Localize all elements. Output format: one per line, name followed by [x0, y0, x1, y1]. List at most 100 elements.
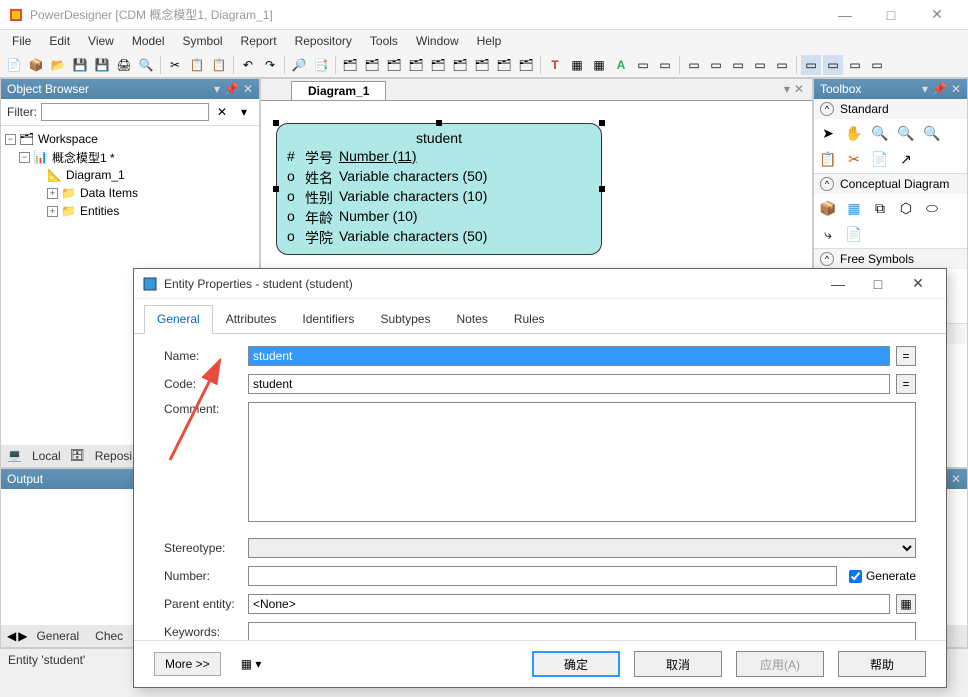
layer2-icon[interactable]: ▭	[655, 55, 675, 75]
tab-general[interactable]: General	[144, 305, 213, 334]
menu-repository[interactable]: Repository	[287, 32, 360, 50]
tab-attributes[interactable]: Attributes	[213, 305, 290, 333]
preview-icon[interactable]: 🔍	[136, 55, 156, 75]
tab-local[interactable]: Local	[25, 446, 68, 466]
tool-c-icon[interactable]: 🗂	[384, 55, 404, 75]
filter-options-icon[interactable]: ▾	[235, 103, 253, 121]
toolbox-group-conceptual[interactable]: ^Conceptual Diagram	[814, 174, 967, 194]
tree-workspace[interactable]: Workspace	[38, 132, 98, 146]
menu-view[interactable]: View	[80, 32, 122, 50]
tab-identifiers[interactable]: Identifiers	[289, 305, 367, 333]
tool-f-icon[interactable]: 🗂	[450, 55, 470, 75]
tool-e-icon[interactable]: 🗂	[428, 55, 448, 75]
layout-icon[interactable]: ▦	[567, 55, 587, 75]
tree-dataitems[interactable]: Data Items	[80, 186, 138, 200]
win2-icon[interactable]: ▭	[706, 55, 726, 75]
view2-icon[interactable]: ▭	[823, 55, 843, 75]
filter-clear-icon[interactable]: ✕	[213, 103, 231, 121]
resize-handle[interactable]	[599, 120, 605, 126]
canvas-close-icon[interactable]: ✕	[794, 82, 804, 96]
tree-entities[interactable]: Entities	[80, 204, 119, 218]
assoc-icon[interactable]: ⬭	[922, 198, 942, 218]
panel-pin-icon[interactable]: ▾	[214, 82, 220, 96]
generate-checkbox[interactable]	[849, 570, 862, 583]
tree-model[interactable]: 概念模型1 *	[52, 149, 115, 166]
panel-pin2-icon[interactable]: 📌	[932, 82, 947, 96]
name-equals-button[interactable]: =	[896, 346, 916, 366]
props-icon[interactable]: 📋	[818, 149, 838, 169]
file-icon[interactable]: 📄	[844, 224, 864, 244]
apply-button[interactable]: 应用(A)	[736, 651, 824, 677]
tab-repository[interactable]: Reposi	[88, 446, 139, 466]
print-icon[interactable]: 🖨	[114, 55, 134, 75]
dialog-close-button[interactable]: ✕	[898, 275, 938, 292]
tool-a-icon[interactable]: 🗂	[340, 55, 360, 75]
toolbox-group-standard[interactable]: ^Standard	[814, 99, 967, 119]
ok-button[interactable]: 确定	[532, 651, 620, 677]
menu-report[interactable]: Report	[233, 32, 285, 50]
tool-d-icon[interactable]: 🗂	[406, 55, 426, 75]
stereotype-select[interactable]	[248, 538, 916, 558]
relation-icon[interactable]: ⧉	[870, 198, 890, 218]
keywords-input[interactable]	[248, 622, 916, 640]
inherit-icon[interactable]: ⬡	[896, 198, 916, 218]
comment-textarea[interactable]	[248, 402, 916, 522]
tool-g-icon[interactable]: 🗂	[472, 55, 492, 75]
toolbox-group-free[interactable]: ^Free Symbols	[814, 249, 967, 269]
cancel-button[interactable]: 取消	[634, 651, 722, 677]
view1-icon[interactable]: ▭	[801, 55, 821, 75]
win1-icon[interactable]: ▭	[684, 55, 704, 75]
zoomfit-icon[interactable]: 🔍	[922, 123, 942, 143]
cut-icon[interactable]: ✂	[165, 55, 185, 75]
tab-subtypes[interactable]: Subtypes	[367, 305, 443, 333]
link-icon[interactable]: ↗	[896, 149, 916, 169]
menu-symbol[interactable]: Symbol	[175, 32, 231, 50]
dialog-maximize-button[interactable]: □	[858, 276, 898, 292]
save-icon[interactable]: 💾	[70, 55, 90, 75]
new-model-icon[interactable]: 📦	[26, 55, 46, 75]
text-tool-icon[interactable]: T	[545, 55, 565, 75]
window-minimize-button[interactable]: —	[822, 0, 868, 30]
menu-model[interactable]: Model	[124, 32, 173, 50]
menu-window[interactable]: Window	[408, 32, 467, 50]
code-equals-button[interactable]: =	[896, 374, 916, 394]
menu-file[interactable]: File	[4, 32, 39, 50]
panel-close-icon[interactable]: ✕	[951, 472, 961, 486]
window-close-button[interactable]: ✕	[914, 0, 960, 30]
pointer-icon[interactable]: ➤	[818, 123, 838, 143]
resize-handle[interactable]	[273, 186, 279, 192]
entity-icon[interactable]: ▦	[844, 198, 864, 218]
more-button[interactable]: More >>	[154, 652, 221, 676]
menu-tools[interactable]: Tools	[362, 32, 406, 50]
dialog-titlebar[interactable]: Entity Properties - student (student) — …	[134, 269, 946, 299]
find-icon[interactable]: 🔎	[289, 55, 309, 75]
parent-browse-button[interactable]: ▦	[896, 594, 916, 614]
layer-icon[interactable]: ▭	[633, 55, 653, 75]
help-button[interactable]: 帮助	[838, 651, 926, 677]
panel-x-icon[interactable]: ✕	[243, 82, 253, 96]
tree-toggle-icon[interactable]: +	[47, 206, 58, 217]
tree-toggle-icon[interactable]: +	[47, 188, 58, 199]
save-all-icon[interactable]: 💾	[92, 55, 112, 75]
nav-next-icon[interactable]: ▶	[18, 629, 27, 643]
nav-prev-icon[interactable]: ◀	[7, 629, 16, 643]
panel-pin-icon[interactable]: ▾	[922, 82, 928, 96]
zoomout-icon[interactable]: 🔍	[896, 123, 916, 143]
resize-handle[interactable]	[599, 186, 605, 192]
code-input[interactable]	[248, 374, 890, 394]
grab-icon[interactable]: ✋	[844, 123, 864, 143]
tool-i-icon[interactable]: 🗂	[516, 55, 536, 75]
menu-help[interactable]: Help	[469, 32, 510, 50]
tab-general[interactable]: General	[29, 626, 86, 646]
menu-edit[interactable]: Edit	[41, 32, 78, 50]
panel-close-icon[interactable]: 📌	[224, 82, 239, 96]
props-icon[interactable]: 📑	[311, 55, 331, 75]
canvas-dropdown-icon[interactable]: ▾	[784, 82, 790, 96]
filter-input[interactable]	[41, 103, 209, 121]
tab-notes[interactable]: Notes	[443, 305, 500, 333]
win3-icon[interactable]: ▭	[728, 55, 748, 75]
tab-rules[interactable]: Rules	[501, 305, 558, 333]
text-a-icon[interactable]: A	[611, 55, 631, 75]
paste-icon[interactable]: 📋	[209, 55, 229, 75]
package-icon[interactable]: 📦	[818, 198, 838, 218]
